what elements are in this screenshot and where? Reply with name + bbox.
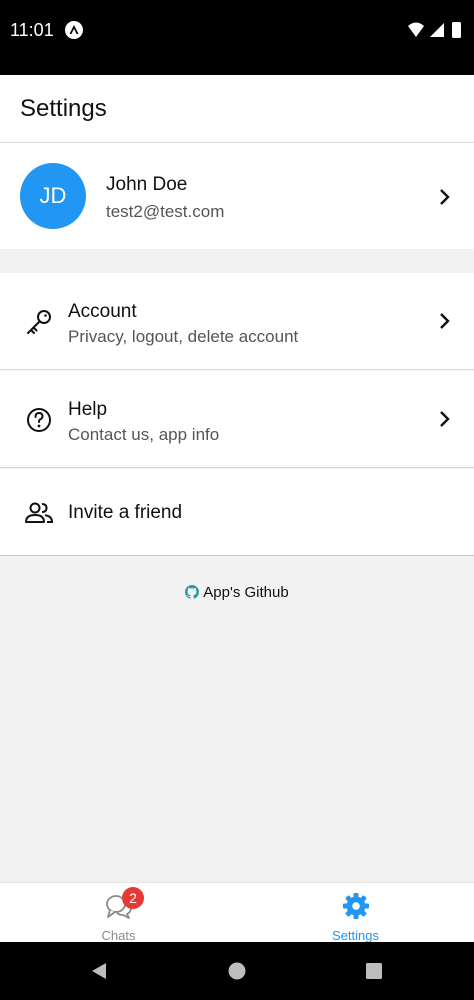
tab-settings[interactable]: Settings [237,883,474,943]
menu-item-help[interactable]: Help Contact us, app info [0,371,474,468]
section-divider [0,249,474,273]
chevron-right-icon [440,313,450,329]
menu-item-account[interactable]: Account Privacy, logout, delete account [0,273,474,370]
status-time: 11:01 [10,20,54,40]
home-icon[interactable] [227,961,247,981]
github-link[interactable]: App's Github [0,584,474,601]
back-icon[interactable] [89,961,109,981]
expo-icon [65,21,83,39]
recent-apps-icon[interactable] [364,961,384,981]
tab-label: Settings [332,928,379,943]
app-header: Settings [0,75,474,143]
profile-name: John Doe [106,174,188,195]
profile-email: test2@test.com [106,202,225,221]
chevron-right-icon [440,189,450,205]
gear-icon [343,893,369,919]
chevron-right-icon [440,411,450,427]
status-bar: 11:01 [0,0,474,75]
menu-item-title: Invite a friend [68,502,183,523]
menu-item-invite[interactable]: Invite a friend [0,469,474,556]
profile-row[interactable]: JD John Doe test2@test.com [0,143,474,249]
avatar: JD [20,163,86,229]
menu-item-subtitle: Privacy, logout, delete account [68,327,299,346]
tab-chats[interactable]: 2 Chats [0,883,237,943]
people-icon [25,502,54,523]
system-status-icons [408,22,461,38]
github-icon [185,585,200,599]
menu-item-title: Account [68,301,137,322]
menu-item-subtitle: Contact us, app info [68,425,220,444]
bottom-tab-bar: 2 Chats Settings [0,882,474,943]
help-circle-icon [27,408,51,432]
page-title: Settings [20,95,107,122]
unread-badge: 2 [122,887,144,909]
system-navigation-bar [0,942,474,1000]
menu-item-title: Help [68,399,108,420]
key-icon [27,310,51,334]
tab-label: Chats [101,928,136,943]
github-link-label: App's Github [203,584,289,601]
